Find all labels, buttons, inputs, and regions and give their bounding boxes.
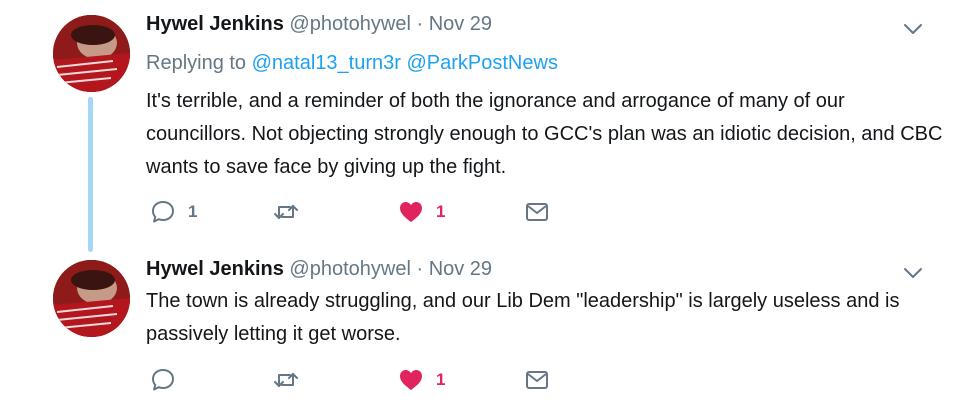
author-name[interactable]: Hywel Jenkins bbox=[146, 258, 284, 280]
envelope-icon bbox=[526, 203, 548, 221]
replying-to: Replying to @natal13_turn3r @ParkPostNew… bbox=[146, 52, 558, 75]
tweet-date[interactable]: Nov 29 bbox=[429, 258, 492, 280]
reply-button[interactable]: 1 bbox=[150, 197, 197, 227]
speech-bubble-icon bbox=[152, 369, 174, 391]
heart-icon bbox=[400, 370, 422, 390]
tweet[interactable]: Hywel Jenkins @photohywel · Nov 29 The t… bbox=[0, 250, 980, 406]
avatar[interactable] bbox=[53, 260, 130, 337]
heart-icon bbox=[400, 202, 422, 222]
thread-connector-line bbox=[88, 97, 93, 252]
tweet-text: The town is already struggling, and our … bbox=[146, 290, 900, 345]
tweet-header: Hywel Jenkins @photohywel · Nov 29 bbox=[146, 258, 492, 281]
like-button[interactable]: 1 bbox=[398, 365, 445, 395]
avatar[interactable] bbox=[53, 15, 130, 92]
retweet-button[interactable] bbox=[273, 197, 299, 227]
mention-link[interactable]: @natal13_turn3r bbox=[252, 52, 401, 74]
author-name[interactable]: Hywel Jenkins bbox=[146, 13, 284, 35]
like-count: 1 bbox=[436, 370, 446, 389]
separator-dot: · bbox=[416, 258, 424, 280]
author-handle[interactable]: @photohywel bbox=[289, 258, 410, 280]
speech-bubble-icon bbox=[152, 201, 174, 223]
separator-dot: · bbox=[416, 13, 424, 35]
tweet-text: It's terrible, and a reminder of both th… bbox=[146, 90, 943, 178]
direct-message-button[interactable] bbox=[524, 365, 550, 395]
tweet-actions: 1 1 bbox=[146, 197, 566, 227]
envelope-icon bbox=[526, 371, 548, 389]
author-handle[interactable]: @photohywel bbox=[289, 13, 410, 35]
direct-message-button[interactable] bbox=[524, 197, 550, 227]
chevron-down-icon[interactable] bbox=[902, 18, 924, 40]
like-count: 1 bbox=[436, 202, 446, 221]
reply-count: 1 bbox=[188, 202, 198, 221]
chevron-down-icon[interactable] bbox=[902, 262, 924, 284]
tweet-date[interactable]: Nov 29 bbox=[429, 13, 492, 35]
tweet[interactable]: Hywel Jenkins @photohywel · Nov 29 Reply… bbox=[0, 0, 980, 252]
replying-to-label: Replying to bbox=[146, 52, 247, 74]
tweet-actions: 1 bbox=[146, 365, 566, 395]
retweet-arrows-icon bbox=[274, 205, 298, 219]
like-button[interactable]: 1 bbox=[398, 197, 445, 227]
mention-link[interactable]: @ParkPostNews bbox=[406, 52, 557, 74]
reply-button[interactable] bbox=[150, 365, 176, 395]
retweet-button[interactable] bbox=[273, 365, 299, 395]
retweet-arrows-icon bbox=[274, 373, 298, 387]
tweet-header: Hywel Jenkins @photohywel · Nov 29 bbox=[146, 13, 492, 36]
